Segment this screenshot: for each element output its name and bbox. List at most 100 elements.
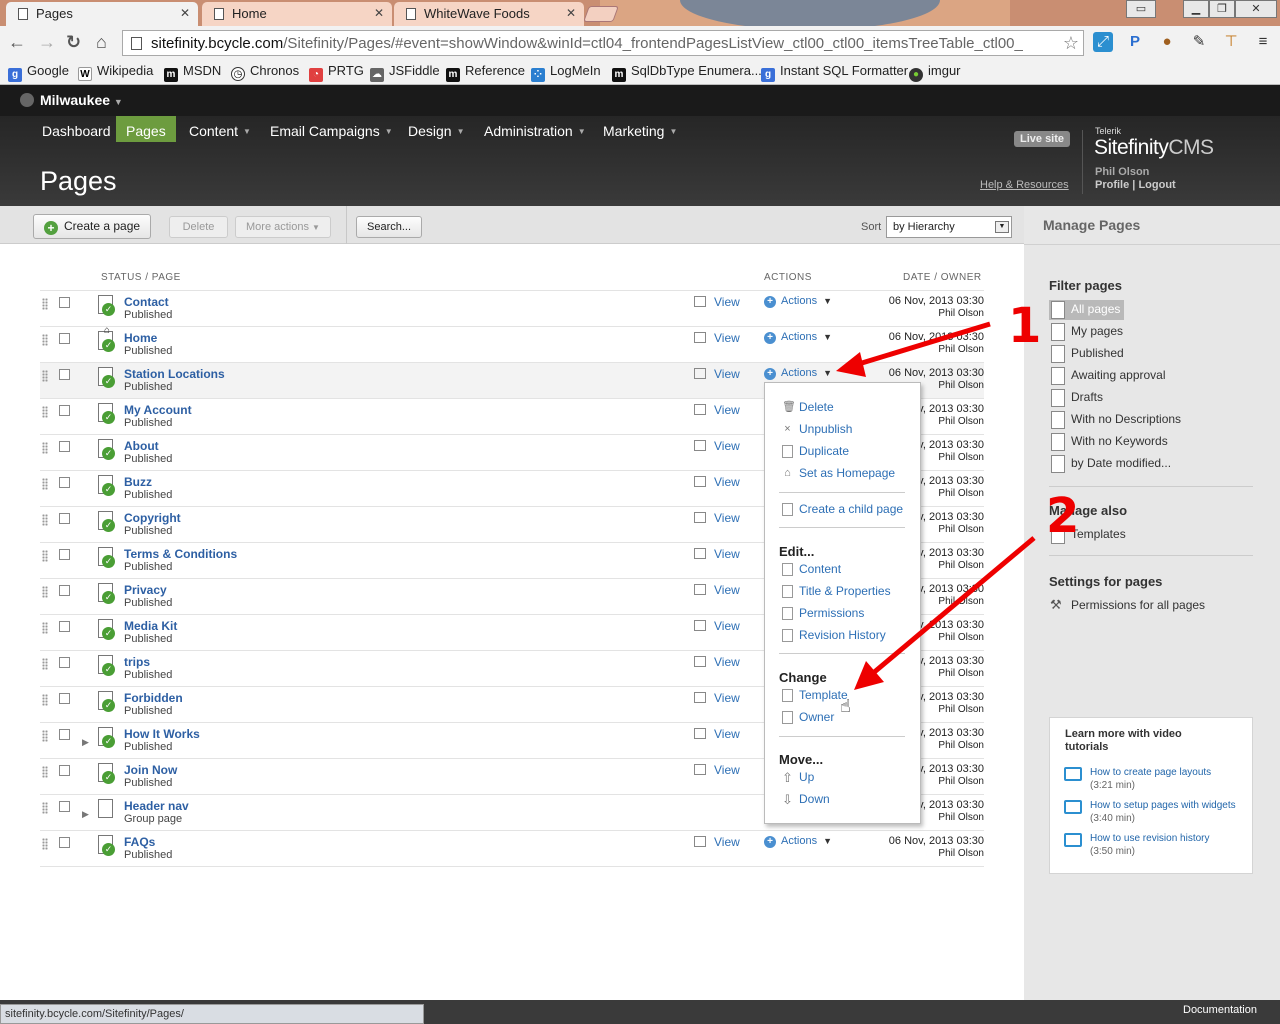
restore-icon[interactable]: ❐ bbox=[1209, 0, 1235, 18]
menu-item-create-child-page[interactable]: Create a child page bbox=[799, 502, 903, 516]
reload-icon[interactable]: ↻ bbox=[66, 32, 81, 53]
drag-handle-icon[interactable] bbox=[42, 622, 48, 634]
page-title-link[interactable]: Terms & Conditions bbox=[124, 547, 237, 561]
nav-pages[interactable]: Pages bbox=[116, 116, 176, 142]
row-checkbox[interactable] bbox=[59, 369, 70, 380]
extension-eyedropper-icon[interactable]: ✎ bbox=[1189, 32, 1209, 52]
drag-handle-icon[interactable] bbox=[42, 478, 48, 490]
page-title-link[interactable]: Join Now bbox=[124, 763, 177, 777]
logout-link[interactable]: Logout bbox=[1138, 179, 1175, 191]
filter-no-descriptions[interactable]: With no Descriptions bbox=[1049, 410, 1181, 430]
menu-item-down[interactable]: Down bbox=[799, 792, 830, 806]
bookmark-logmein[interactable]: ⁘ LogMeIn bbox=[531, 63, 601, 82]
view-link[interactable]: View bbox=[694, 763, 740, 777]
close-tab-icon[interactable]: ✕ bbox=[180, 6, 190, 20]
page-title-link[interactable]: Copyright bbox=[124, 511, 181, 525]
actions-dropdown[interactable]: + Actions ▼ bbox=[764, 331, 832, 344]
profile-link[interactable]: Profile bbox=[1095, 179, 1129, 191]
tab-home[interactable]: Home ✕ bbox=[202, 2, 392, 26]
drag-handle-icon[interactable] bbox=[42, 334, 48, 346]
filter-published[interactable]: Published bbox=[1049, 344, 1124, 364]
view-link[interactable]: View bbox=[694, 835, 740, 849]
row-checkbox[interactable] bbox=[59, 441, 70, 452]
search-button[interactable]: Search... bbox=[356, 216, 423, 238]
tab-pages[interactable]: Pages ✕ bbox=[6, 2, 198, 26]
expand-arrow-icon[interactable]: ▶ bbox=[82, 809, 89, 820]
filter-no-keywords[interactable]: With no Keywords bbox=[1049, 432, 1168, 452]
bookmark-sqldbtype[interactable]: m SqlDbType Enumera... bbox=[612, 63, 762, 82]
row-checkbox[interactable] bbox=[59, 513, 70, 524]
view-link[interactable]: View bbox=[694, 511, 740, 525]
sort-select[interactable]: by Hierarchy ▼ bbox=[886, 216, 1012, 238]
menu-item-permissions[interactable]: Permissions bbox=[799, 606, 864, 620]
menu-item-owner[interactable]: Owner bbox=[799, 710, 834, 724]
page-title-link[interactable]: trips bbox=[124, 655, 150, 669]
actions-dropdown[interactable]: + Actions ▼ bbox=[764, 835, 832, 848]
nav-dashboard[interactable]: Dashboard bbox=[32, 116, 121, 142]
page-title-link[interactable]: How It Works bbox=[124, 727, 200, 741]
nav-marketing[interactable]: Marketing ▼ bbox=[593, 116, 687, 142]
delete-button[interactable]: Delete bbox=[169, 216, 228, 238]
close-tab-icon[interactable]: ✕ bbox=[566, 6, 576, 20]
bookmark-msdn[interactable]: m MSDN bbox=[164, 63, 221, 82]
actions-dropdown[interactable]: + Actions ▼ bbox=[764, 367, 832, 380]
page-title-link[interactable]: About bbox=[124, 439, 159, 453]
menu-item-unpublish[interactable]: Unpublish bbox=[799, 422, 852, 436]
view-link[interactable]: View bbox=[694, 619, 740, 633]
drag-handle-icon[interactable] bbox=[42, 550, 48, 562]
view-link[interactable]: View bbox=[694, 547, 740, 561]
menu-item-title-properties[interactable]: Title & Properties bbox=[799, 584, 891, 598]
page-title-link[interactable]: Buzz bbox=[124, 475, 152, 489]
row-checkbox[interactable] bbox=[59, 549, 70, 560]
page-title-link[interactable]: Privacy bbox=[124, 583, 167, 597]
video-link-revision-history[interactable]: How to use revision history (3:50 min) bbox=[1090, 832, 1250, 858]
row-checkbox[interactable] bbox=[59, 801, 70, 812]
drag-handle-icon[interactable] bbox=[42, 766, 48, 778]
back-icon[interactable]: ← bbox=[8, 32, 26, 53]
page-title-link[interactable]: Media Kit bbox=[124, 619, 177, 633]
bookmark-jsfiddle[interactable]: ☁ JSFiddle bbox=[370, 63, 440, 82]
drag-handle-icon[interactable] bbox=[42, 406, 48, 418]
row-checkbox[interactable] bbox=[59, 297, 70, 308]
menu-item-content[interactable]: Content bbox=[799, 562, 841, 576]
bookmark-prtg[interactable]: ◔ PRTG bbox=[309, 63, 364, 82]
documentation-link[interactable]: Documentation bbox=[1183, 1004, 1257, 1016]
tab-whitewave-foods[interactable]: WhiteWave Foods ✕ bbox=[394, 2, 584, 26]
page-title-link[interactable]: My Account bbox=[124, 403, 192, 417]
extension-cookie-icon[interactable]: ● bbox=[1157, 32, 1177, 52]
menu-item-revision-history[interactable]: Revision History bbox=[799, 628, 886, 642]
profile-icon[interactable]: ▭ bbox=[1126, 0, 1156, 18]
menu-item-delete[interactable]: Delete bbox=[799, 400, 834, 414]
row-checkbox[interactable] bbox=[59, 693, 70, 704]
filter-all-pages[interactable]: All pages bbox=[1049, 300, 1125, 320]
view-link[interactable]: View bbox=[694, 727, 740, 741]
drag-handle-icon[interactable] bbox=[42, 730, 48, 742]
nav-content[interactable]: Content ▼ bbox=[179, 116, 261, 142]
filter-awaiting-approval[interactable]: Awaiting approval bbox=[1049, 366, 1166, 386]
filter-my-pages[interactable]: My pages bbox=[1049, 322, 1123, 342]
view-link[interactable]: View bbox=[694, 439, 740, 453]
drag-handle-icon[interactable] bbox=[42, 802, 48, 814]
row-checkbox[interactable] bbox=[59, 837, 70, 848]
row-checkbox[interactable] bbox=[59, 657, 70, 668]
drag-handle-icon[interactable] bbox=[42, 658, 48, 670]
bookmark-imgur[interactable]: ● imgur bbox=[909, 63, 961, 82]
new-tab-button[interactable] bbox=[583, 6, 619, 22]
row-checkbox[interactable] bbox=[59, 621, 70, 632]
permissions-all-pages-link[interactable]: ⚒ Permissions for all pages bbox=[1049, 596, 1205, 616]
view-link[interactable]: View bbox=[694, 331, 740, 345]
view-link[interactable]: View bbox=[694, 691, 740, 705]
page-title-link[interactable]: Station Locations bbox=[124, 367, 225, 381]
view-link[interactable]: View bbox=[694, 403, 740, 417]
bookmark-wikipedia[interactable]: W Wikipedia bbox=[78, 63, 153, 81]
close-tab-icon[interactable]: ✕ bbox=[374, 6, 384, 20]
page-title-link[interactable]: Forbidden bbox=[124, 691, 183, 705]
extension-p-icon[interactable]: P bbox=[1125, 32, 1145, 52]
drag-handle-icon[interactable] bbox=[42, 298, 48, 310]
view-link[interactable]: View bbox=[694, 583, 740, 597]
row-checkbox[interactable] bbox=[59, 765, 70, 776]
row-checkbox[interactable] bbox=[59, 585, 70, 596]
drag-handle-icon[interactable] bbox=[42, 838, 48, 850]
expand-arrow-icon[interactable]: ▶ bbox=[82, 737, 89, 748]
drag-handle-icon[interactable] bbox=[42, 442, 48, 454]
